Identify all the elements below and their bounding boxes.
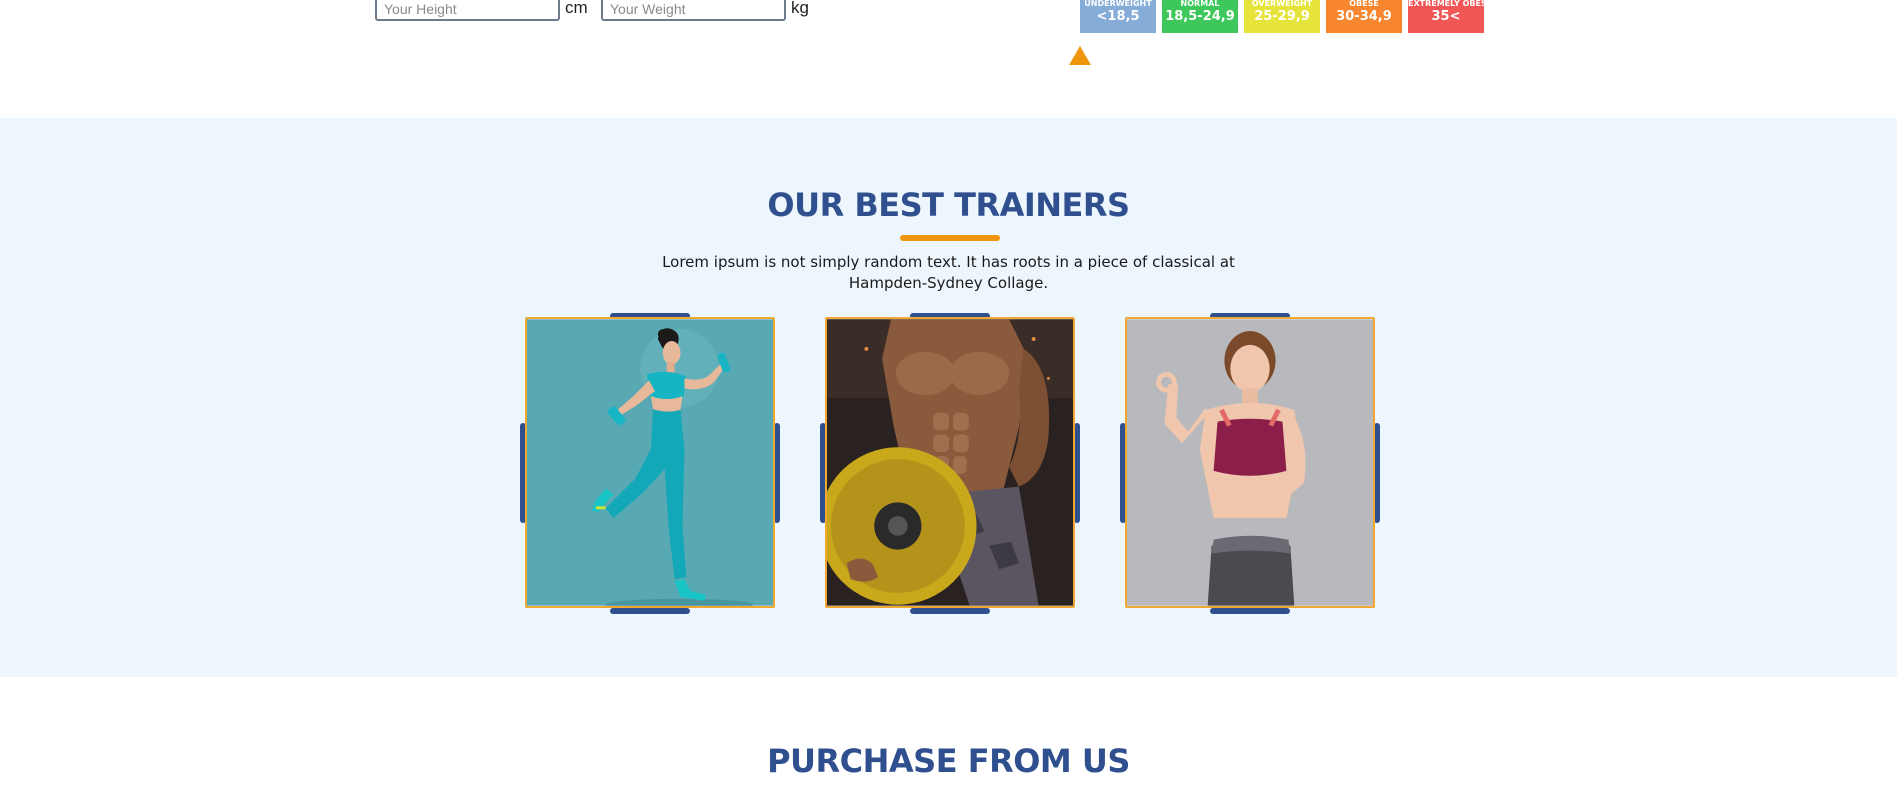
trainer-card-1[interactable] <box>525 317 775 608</box>
bmi-category-range: <18,5 <box>1096 9 1140 24</box>
card-frame-bar-bottom <box>610 608 690 614</box>
bmi-category-range: 30-34,9 <box>1336 9 1392 24</box>
bmi-category-label: UNDERWEIGHT <box>1084 0 1152 8</box>
bmi-calculator: cm kg UNDERWEIGHT <18,5 NORMAL 18,5-24,9… <box>0 0 1897 118</box>
card-frame-bar-bottom <box>910 608 990 614</box>
bmi-category-range: 18,5-24,9 <box>1165 9 1235 24</box>
weight-input[interactable] <box>601 0 786 21</box>
bmi-marker-triangle-icon <box>1069 46 1091 65</box>
weight-unit: kg <box>791 0 809 17</box>
title-underline <box>900 235 1000 241</box>
trainer-photo-runner <box>527 319 773 606</box>
bmi-category-range: 25-29,9 <box>1254 9 1310 24</box>
trainers-title: OUR BEST TRAINERS <box>767 186 1130 224</box>
trainer-card-3[interactable] <box>1125 317 1375 608</box>
bmi-category-underweight: UNDERWEIGHT <18,5 <box>1080 0 1156 33</box>
bmi-category-normal: NORMAL 18,5-24,9 <box>1162 0 1238 33</box>
bmi-category-label: NORMAL <box>1180 0 1220 8</box>
trainer-photo-bodybuilder <box>827 319 1073 606</box>
bmi-category-label: OVERWEIGHT <box>1251 0 1313 8</box>
purchase-title: PURCHASE FROM US <box>767 742 1130 780</box>
card-frame-bar-bottom <box>1210 608 1290 614</box>
height-unit: cm <box>565 0 588 17</box>
bmi-category-extremely-obese: EXTREMELY OBESE 35< <box>1408 0 1493 33</box>
bmi-category-label: OBESE <box>1349 0 1379 8</box>
bmi-category-range: 35< <box>1431 9 1461 24</box>
trainer-card-2[interactable] <box>825 317 1075 608</box>
purchase-section: PURCHASE FROM US <box>0 677 1897 809</box>
bmi-category-label: EXTREMELY OBESE <box>1408 0 1493 8</box>
bmi-category-obese: OBESE 30-34,9 <box>1326 0 1402 33</box>
trainers-section: OUR BEST TRAINERS Lorem ipsum is not sim… <box>0 118 1897 677</box>
height-input[interactable] <box>375 0 560 21</box>
bmi-category-overweight: OVERWEIGHT 25-29,9 <box>1244 0 1320 33</box>
trainers-description: Lorem ipsum is not simply random text. I… <box>662 253 1235 292</box>
trainer-photo-fitness-woman <box>1127 319 1373 606</box>
